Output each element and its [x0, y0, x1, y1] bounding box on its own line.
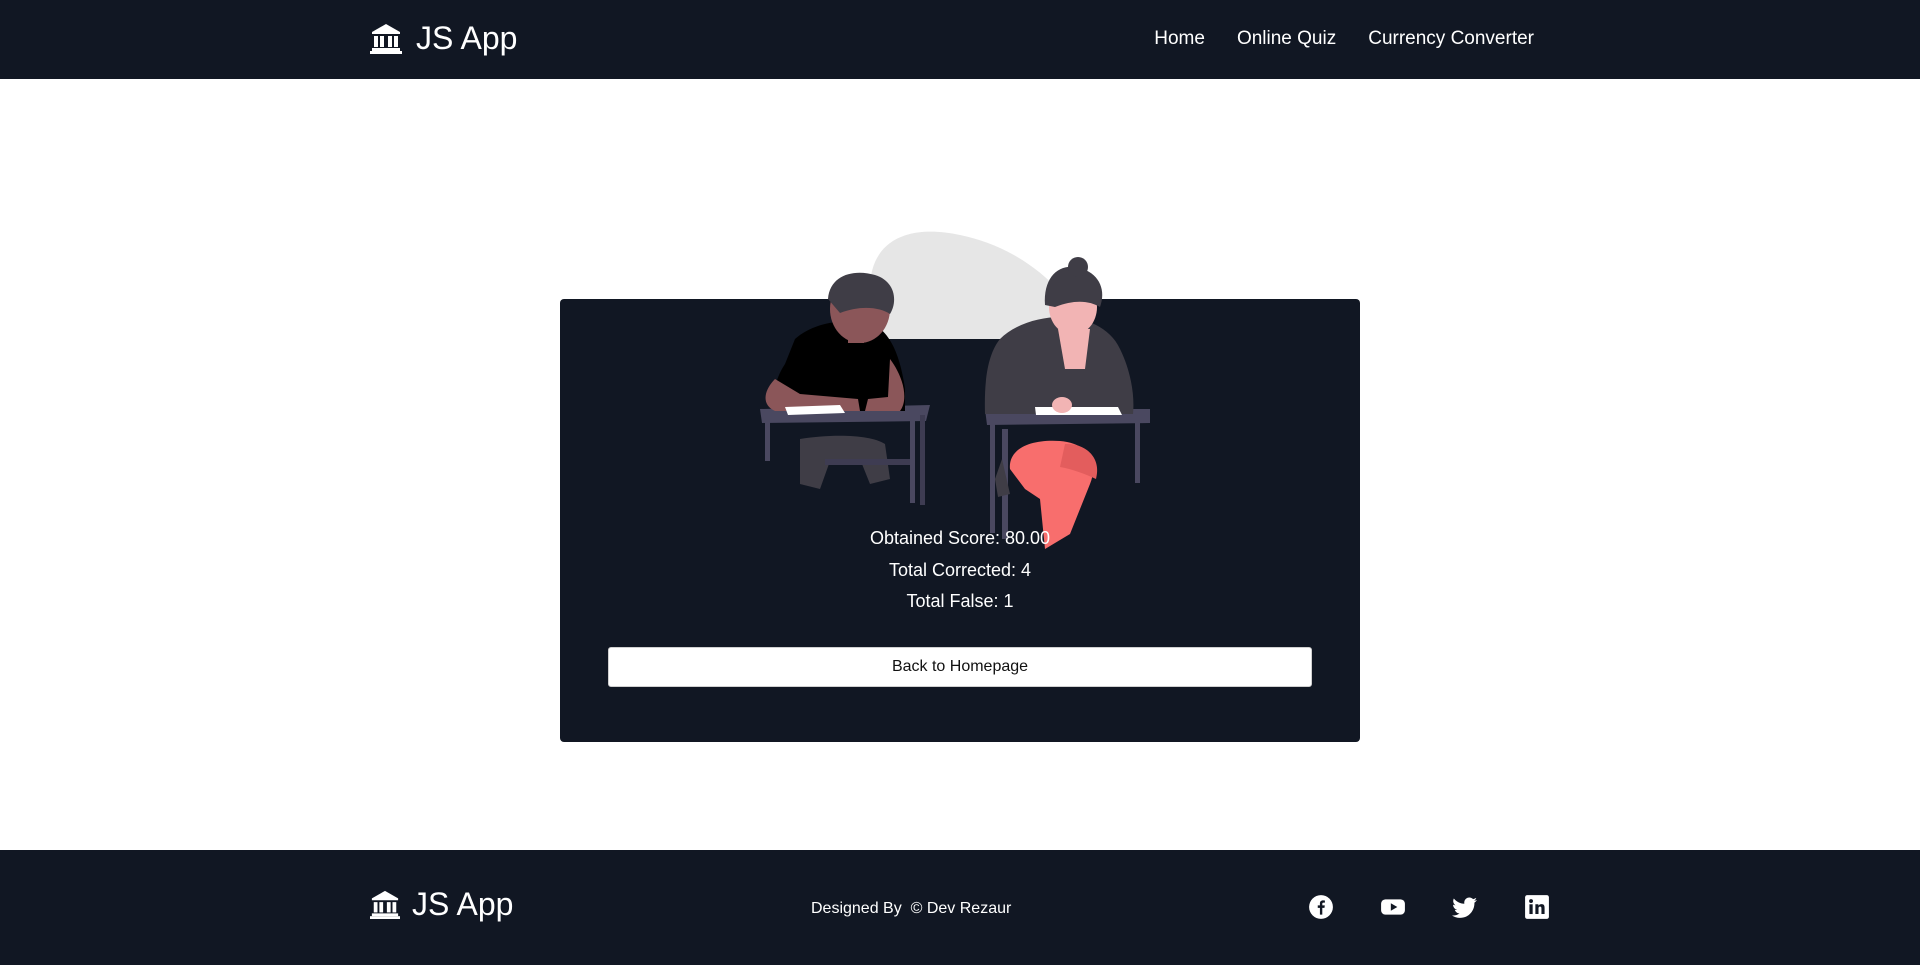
main-nav: Home Online Quiz Currency Converter — [1154, 27, 1534, 51]
students-exam-illustration — [760, 231, 1150, 549]
bank-icon — [370, 24, 402, 54]
designer-credit: Designed By © Dev Rezaur — [811, 900, 1012, 917]
back-to-homepage-button[interactable]: Back to Homepage — [608, 647, 1312, 687]
bank-icon — [370, 890, 400, 919]
linkedin-icon — [1525, 895, 1549, 919]
nav-currency-converter[interactable]: Currency Converter — [1368, 27, 1534, 51]
facebook-icon — [1309, 895, 1333, 919]
total-false: Total False: 1 — [906, 591, 1014, 611]
quiz-results: Obtained Score: 80.00 Total Corrected: 4… — [560, 523, 1360, 618]
main-content: Obtained Score: 80.00 Total Corrected: 4… — [0, 79, 1920, 850]
twitter-link[interactable] — [1452, 894, 1478, 920]
social-links — [1308, 894, 1550, 920]
brand-link[interactable]: JS App — [370, 19, 517, 57]
nav-home[interactable]: Home — [1154, 27, 1205, 51]
footer-brand-name: JS App — [412, 886, 514, 922]
youtube-link[interactable] — [1380, 894, 1406, 920]
top-navbar: JS App Home Online Quiz Currency Convert… — [0, 0, 1920, 79]
obtained-score: Obtained Score: 80.00 — [869, 528, 1051, 548]
brand-name: JS App — [416, 20, 518, 56]
footer: JS App Designed By © Dev Rezaur — [0, 850, 1920, 965]
facebook-link[interactable] — [1308, 894, 1334, 920]
footer-brand-link[interactable]: JS App — [370, 885, 513, 923]
linkedin-link[interactable] — [1524, 894, 1550, 920]
nav-online-quiz[interactable]: Online Quiz — [1237, 27, 1336, 51]
total-corrected: Total Corrected: 4 — [888, 559, 1032, 580]
twitter-icon — [1452, 897, 1477, 918]
youtube-icon — [1381, 899, 1405, 915]
